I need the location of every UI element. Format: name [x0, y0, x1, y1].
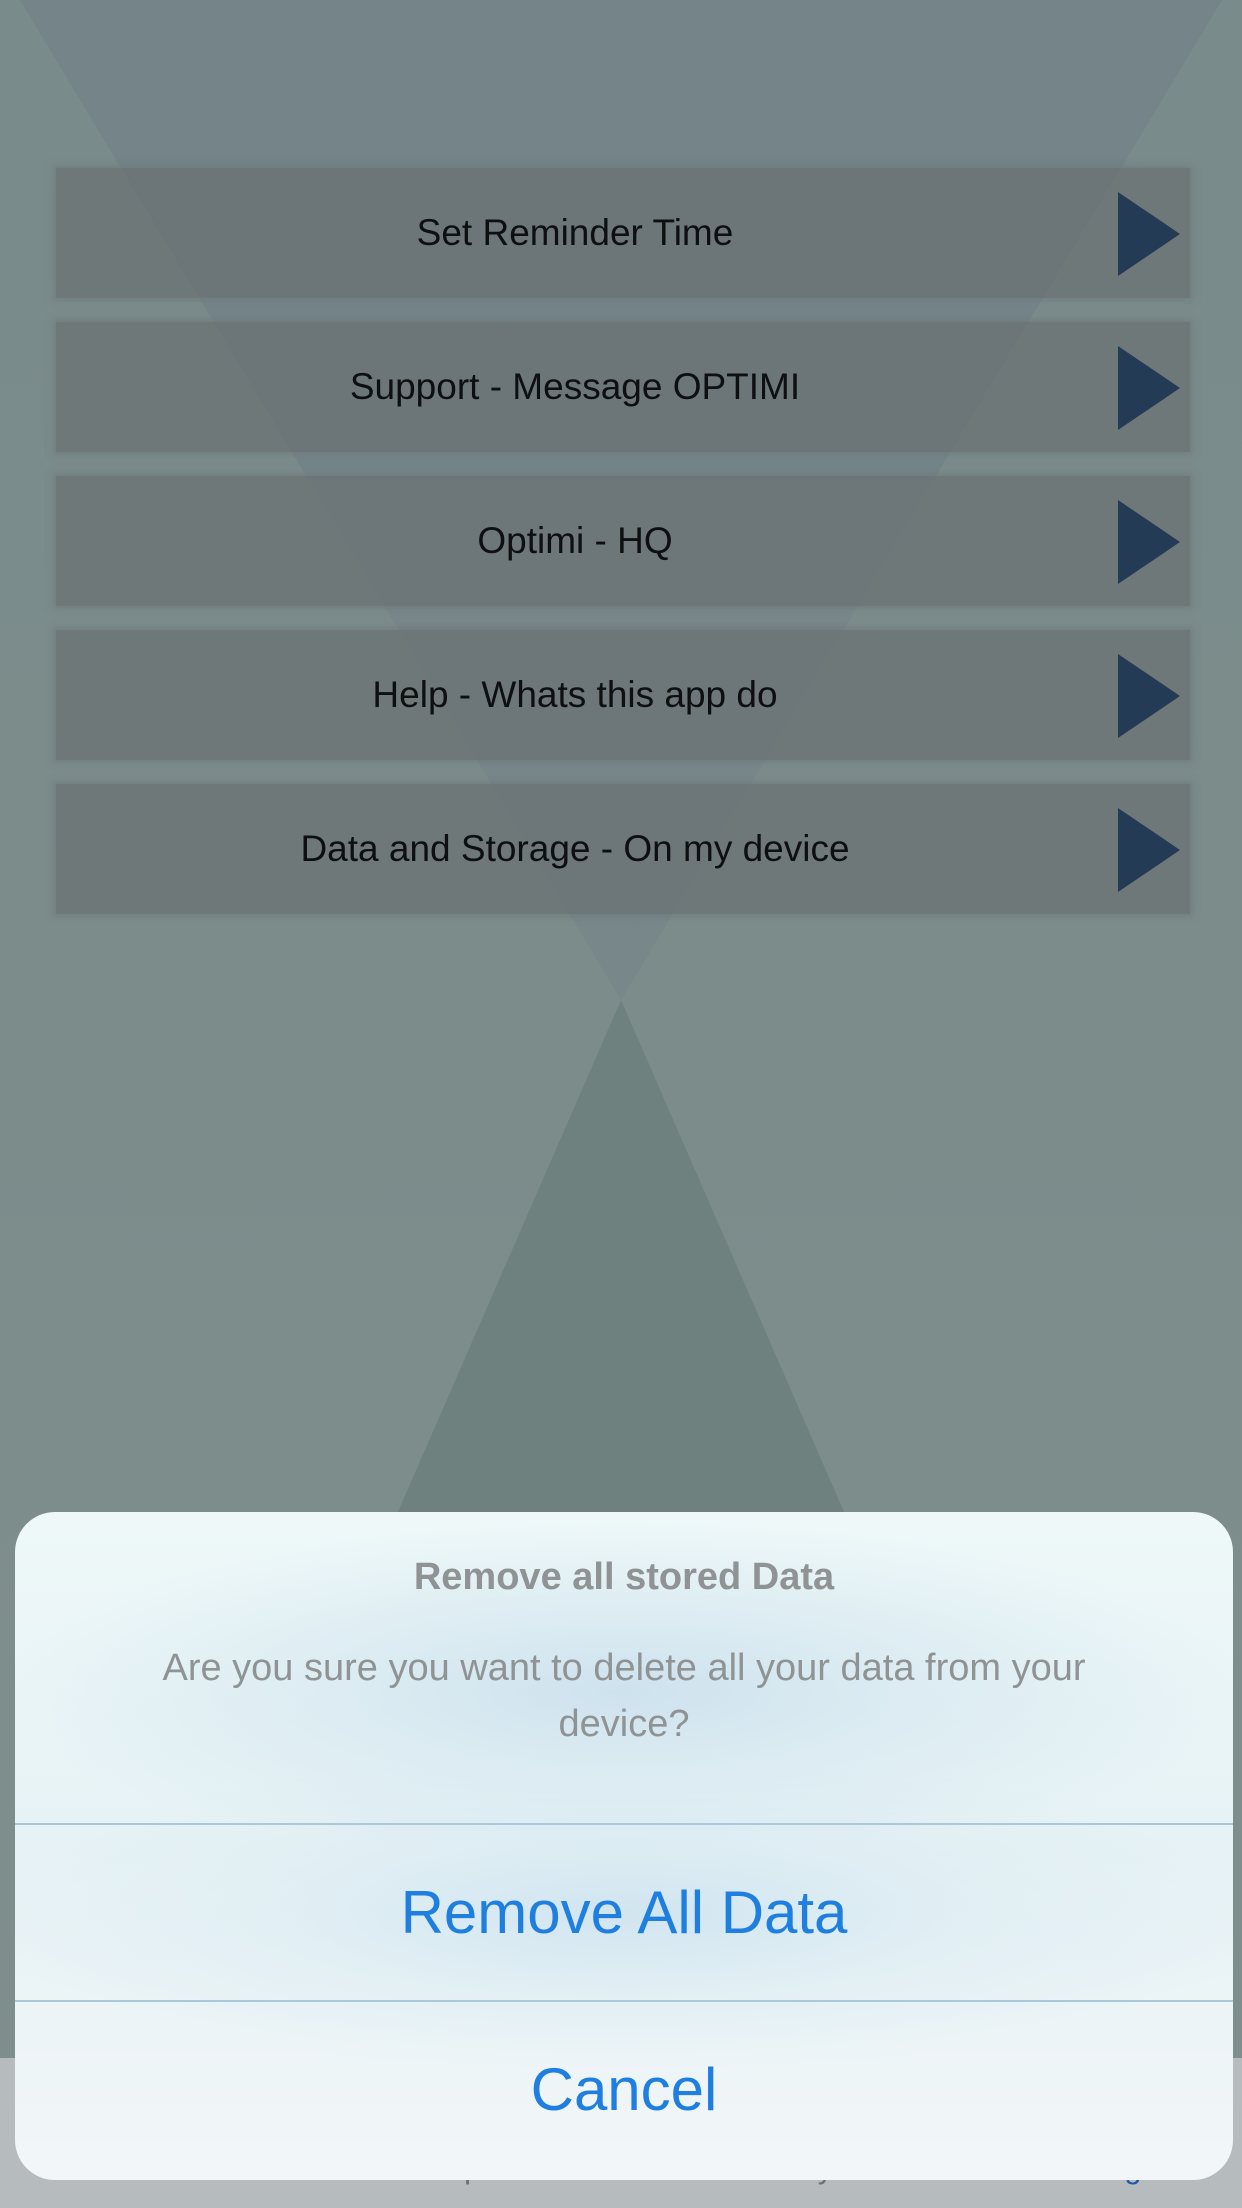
menu-item-label: Data and Storage - On my device [300, 828, 850, 869]
action-sheet-header: Remove all stored Data Are you sure you … [15, 1512, 1233, 1823]
settings-screen: Set Reminder Time Support - Message OPTI… [0, 0, 1242, 2208]
play-arrow-icon [1118, 654, 1180, 738]
menu-item-set-reminder-time[interactable]: Set Reminder Time [56, 168, 1190, 298]
menu-item-optimi-hq[interactable]: Optimi - HQ [56, 476, 1190, 606]
menu-item-label: Help - Whats this app do [372, 674, 778, 715]
menu-item-support-message[interactable]: Support - Message OPTIMI [56, 322, 1190, 452]
play-arrow-icon [1118, 192, 1180, 276]
remove-all-data-button[interactable]: Remove All Data [15, 1825, 1233, 2001]
play-arrow-icon [1118, 346, 1180, 430]
menu-item-data-and-storage[interactable]: Data and Storage - On my device [56, 784, 1190, 914]
action-sheet-title: Remove all stored Data [413, 1556, 835, 1598]
remove-data-action-sheet: Remove all stored Data Are you sure you … [15, 1512, 1233, 2180]
menu-item-label: Support - Message OPTIMI [349, 366, 801, 407]
cancel-button[interactable]: Cancel [15, 2002, 1233, 2178]
play-arrow-icon [1118, 500, 1180, 584]
settings-menu: Set Reminder Time Support - Message OPTI… [56, 168, 1190, 938]
action-sheet-message: Are you sure you want to delete all your… [162, 1647, 1086, 1745]
menu-item-label: Set Reminder Time [416, 212, 734, 253]
menu-item-label: Optimi - HQ [477, 520, 673, 561]
play-arrow-icon [1118, 808, 1180, 892]
menu-item-help[interactable]: Help - Whats this app do [56, 630, 1190, 760]
